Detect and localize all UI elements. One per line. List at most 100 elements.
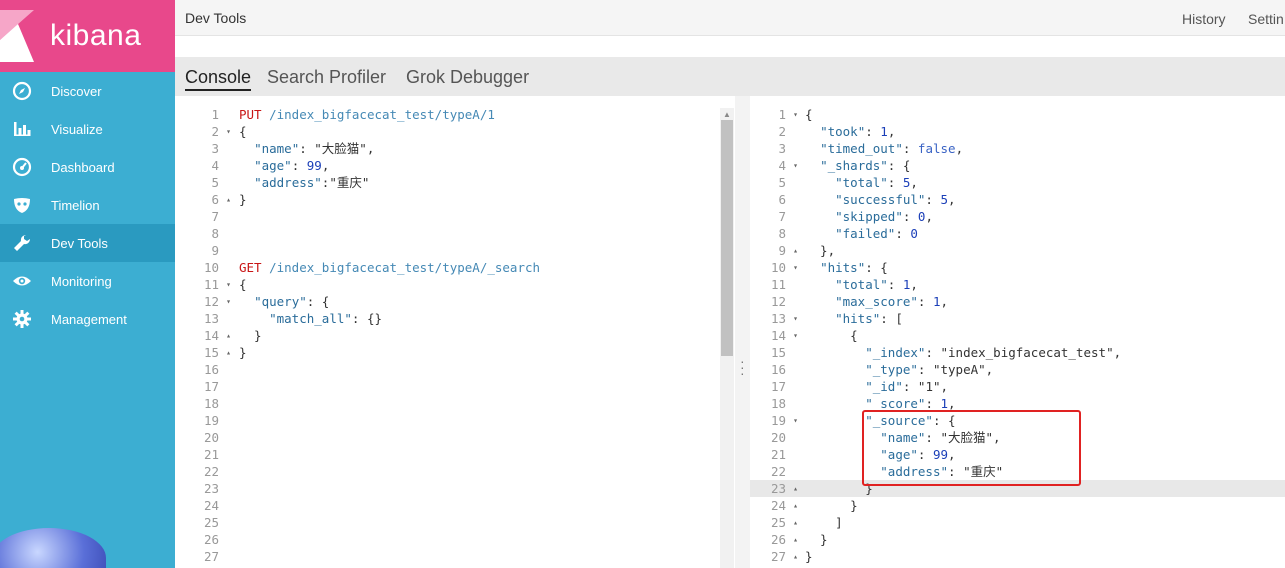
line-number: 14 ▴ <box>203 327 231 344</box>
code-line[interactable] <box>239 242 715 259</box>
line-number: 23 ▴ <box>770 480 798 497</box>
request-code[interactable]: PUT /index_bigfacecat_test/typeA/1{ "nam… <box>239 106 715 565</box>
line-number: 20 <box>203 430 219 445</box>
tab-grok-debugger[interactable]: Grok Debugger <box>406 67 529 88</box>
code-line[interactable]: "hits": [ <box>805 310 1265 327</box>
line-number: 8 <box>778 226 786 241</box>
fold-open-icon[interactable]: ▾ <box>226 293 231 310</box>
line-number: 17 <box>770 379 786 394</box>
fold-close-icon[interactable]: ▴ <box>226 327 231 344</box>
code-line[interactable]: "timed_out": false, <box>805 140 1265 157</box>
code-line[interactable]: "address":"重庆" <box>239 174 715 191</box>
code-line[interactable]: } <box>805 531 1265 548</box>
code-line[interactable]: "max_score": 1, <box>805 293 1265 310</box>
fold-close-icon[interactable]: ▴ <box>793 480 798 497</box>
code-line[interactable] <box>239 531 715 548</box>
line-number: 18 <box>770 396 786 411</box>
fold-open-icon[interactable]: ▾ <box>793 327 798 344</box>
sidebar-item-discover[interactable]: Discover <box>0 72 175 110</box>
code-line[interactable] <box>239 463 715 480</box>
code-line[interactable]: { <box>239 123 715 140</box>
line-number: 4 ▾ <box>778 157 798 174</box>
code-line[interactable]: ] <box>805 514 1265 531</box>
code-line[interactable] <box>239 480 715 497</box>
code-line[interactable] <box>239 429 715 446</box>
code-line[interactable]: } <box>239 344 715 361</box>
editor-splitter[interactable]: · · · <box>735 96 750 568</box>
sidebar-item-dev-tools[interactable]: Dev Tools <box>0 224 175 262</box>
sidebar-item-management[interactable]: Management <box>0 300 175 338</box>
fold-close-icon[interactable]: ▴ <box>793 548 798 565</box>
history-button[interactable]: History <box>1182 11 1226 27</box>
code-line[interactable]: } <box>239 191 715 208</box>
code-line[interactable]: "age": 99, <box>239 157 715 174</box>
avatar[interactable] <box>0 528 106 568</box>
code-line[interactable] <box>239 412 715 429</box>
code-line[interactable] <box>239 548 715 565</box>
code-line[interactable]: "successful": 5, <box>805 191 1265 208</box>
code-line[interactable] <box>239 225 715 242</box>
kibana-logo[interactable]: kibana <box>0 0 175 72</box>
code-line[interactable]: GET /index_bigfacecat_test/typeA/_search <box>239 259 715 276</box>
fold-close-icon[interactable]: ▴ <box>793 497 798 514</box>
code-line[interactable]: "hits": { <box>805 259 1265 276</box>
code-line[interactable]: "took": 1, <box>805 123 1265 140</box>
code-line[interactable]: } <box>805 548 1265 565</box>
sidebar-item-label: Discover <box>51 83 102 99</box>
code-line[interactable] <box>239 395 715 412</box>
code-line[interactable]: "skipped": 0, <box>805 208 1265 225</box>
fold-close-icon[interactable]: ▴ <box>793 531 798 548</box>
fold-open-icon[interactable]: ▾ <box>793 157 798 174</box>
code-line[interactable]: { <box>239 276 715 293</box>
code-line[interactable]: "name": "大脸猫", <box>239 140 715 157</box>
sidebar-item-label: Dashboard <box>51 159 115 175</box>
line-number: 3 <box>778 141 786 156</box>
code-line[interactable]: "_shards": { <box>805 157 1265 174</box>
code-line[interactable]: }, <box>805 242 1265 259</box>
fold-close-icon[interactable]: ▴ <box>226 191 231 208</box>
fold-open-icon[interactable]: ▾ <box>226 123 231 140</box>
fold-close-icon[interactable]: ▴ <box>793 514 798 531</box>
scrollbar-thumb[interactable] <box>721 120 733 356</box>
fold-close-icon[interactable]: ▴ <box>793 242 798 259</box>
code-line[interactable]: "_id": "1", <box>805 378 1265 395</box>
request-scrollbar[interactable]: ▲ <box>720 108 734 568</box>
code-line[interactable]: } <box>805 497 1265 514</box>
fold-open-icon[interactable]: ▾ <box>793 412 798 429</box>
code-line[interactable]: "_type": "typeA", <box>805 361 1265 378</box>
fold-open-icon[interactable]: ▾ <box>793 106 798 123</box>
fold-open-icon[interactable]: ▾ <box>793 259 798 276</box>
code-line[interactable] <box>239 446 715 463</box>
code-line[interactable] <box>239 361 715 378</box>
code-line[interactable]: "match_all": {} <box>239 310 715 327</box>
settings-button[interactable]: Settin <box>1248 11 1284 27</box>
line-number: 18 <box>203 396 219 411</box>
sidebar-item-dashboard[interactable]: Dashboard <box>0 148 175 186</box>
tab-console[interactable]: Console <box>185 67 252 91</box>
sidebar-item-visualize[interactable]: Visualize <box>0 110 175 148</box>
code-line[interactable]: "total": 1, <box>805 276 1265 293</box>
drag-handle-icon[interactable]: · · · <box>740 354 745 380</box>
code-line[interactable]: "failed": 0 <box>805 225 1265 242</box>
code-line[interactable]: PUT /index_bigfacecat_test/typeA/1 <box>239 106 715 123</box>
sidebar-item-monitoring[interactable]: Monitoring <box>0 262 175 300</box>
code-line[interactable]: { <box>805 327 1265 344</box>
fold-open-icon[interactable]: ▾ <box>226 276 231 293</box>
response-code[interactable]: { "took": 1, "timed_out": false, "_shard… <box>805 106 1265 565</box>
code-line[interactable]: "_index": "index_bigfacecat_test", <box>805 344 1265 361</box>
code-line[interactable]: "query": { <box>239 293 715 310</box>
scroll-up-icon[interactable]: ▲ <box>723 110 731 119</box>
code-line[interactable]: } <box>239 327 715 344</box>
response-editor[interactable]: 1 ▾ 2 3 4 ▾ 5 6 7 8 9 ▴ 10 ▾ 11 12 13 ▾ 14 ▾ 15 16 17 18 19 ▾ 20 21… <box>750 96 1285 568</box>
tab-search-profiler[interactable]: Search Profiler <box>267 67 386 88</box>
fold-open-icon[interactable]: ▾ <box>793 310 798 327</box>
code-line[interactable] <box>239 514 715 531</box>
code-line[interactable] <box>239 208 715 225</box>
fold-close-icon[interactable]: ▴ <box>226 344 231 361</box>
code-line[interactable]: "total": 5, <box>805 174 1265 191</box>
code-line[interactable] <box>239 378 715 395</box>
sidebar-item-timelion[interactable]: Timelion <box>0 186 175 224</box>
code-line[interactable]: { <box>805 106 1265 123</box>
code-line[interactable] <box>239 497 715 514</box>
request-editor[interactable]: 1 2 ▾ 3 4 5 6 ▴ 7 8 9 10 11 ▾ 12 ▾ 13 14 ▴ 15 ▴ 16 17 18 19 20 21 2… <box>175 96 735 568</box>
